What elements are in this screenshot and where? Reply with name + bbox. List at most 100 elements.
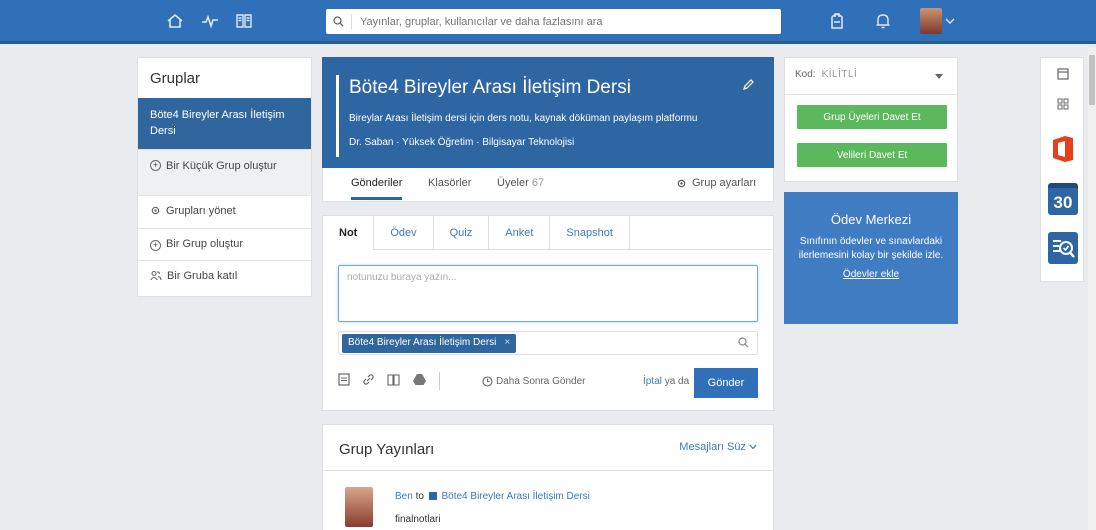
filter-label: Mesajları Süz [679, 441, 746, 453]
group-tabs: Gönderiler Klasörler Üyeler 67 Grup ayar… [322, 168, 774, 202]
caret-down-icon[interactable] [935, 74, 943, 79]
homework-center-card: Ödev Merkezi Sınıfının ödevler ve sınavl… [784, 192, 958, 324]
divider [323, 470, 773, 471]
sidebar-item-label: Bir Grup oluştur [166, 238, 244, 250]
tab-members[interactable]: Üyeler 67 [497, 177, 544, 189]
sidebar-item-create-small-group[interactable]: + Bir Küçük Grup oluştur [138, 149, 311, 195]
bell-icon[interactable] [872, 10, 894, 32]
sidebar-item-create-group[interactable]: + Bir Grup oluştur [138, 228, 311, 260]
sidebar-item-label: Bir Küçük Grup oluştur [166, 160, 277, 172]
gear-icon [150, 205, 161, 219]
search-icon [326, 14, 352, 29]
composer-tab-note[interactable]: Not [323, 216, 375, 250]
close-icon[interactable]: × [504, 337, 510, 348]
chevron-down-icon [749, 444, 757, 450]
group-header: Böte4 Bireyler Arası İletişim Dersi Bire… [322, 57, 774, 168]
scrollbar-thumb[interactable] [1089, 55, 1095, 105]
send-later-button[interactable]: Daha Sonra Gönder [482, 376, 586, 387]
book-icon[interactable] [233, 10, 255, 32]
composer-toolbar [338, 372, 440, 390]
inbox-icon[interactable] [1047, 66, 1079, 82]
chevron-down-icon[interactable] [944, 10, 956, 32]
note-textarea[interactable]: notunuzu buraya yazın... [338, 265, 758, 322]
post-group[interactable]: Böte4 Bireyler Arası İletişim Dersi [441, 491, 589, 502]
group-settings-link[interactable]: Grup ayarları [676, 177, 756, 189]
cancel-group: İptal ya da [643, 376, 689, 387]
plus-circle-icon: + [150, 240, 161, 251]
group-posts: Grup Yayınları Mesajları Süz Ben to Böte… [322, 424, 774, 530]
tab-members-label: Üyeler [497, 177, 529, 189]
composer-tab-poll[interactable]: Anket [489, 216, 551, 250]
sidebar-item-label: Grupları yönet [166, 205, 236, 217]
groups-sidebar: Gruplar Böte4 Bireyler Arası İletişim De… [137, 57, 312, 297]
toolbar-divider [439, 372, 440, 390]
group-description: Bireylar Arası İletişim dersi için ders … [349, 113, 698, 124]
recipient-chip[interactable]: Böte4 Bireyler Arası İletişim Dersi × [342, 334, 517, 353]
group-title: Böte4 Bireyler Arası İletişim Dersi [349, 77, 631, 98]
post-composer: Not Ödev Quiz Anket Snapshot notunuzu bu… [322, 215, 774, 411]
composer-tab-assignment[interactable]: Ödev [374, 216, 434, 250]
link-icon[interactable] [362, 373, 375, 389]
post-header: Ben to Böte4 Bireyler Arası İletişim Der… [395, 491, 590, 502]
sidebar-item-label: Bir Gruba katıl [167, 270, 238, 282]
sidebar-item-manage-groups[interactable]: Grupları yönet [138, 195, 311, 228]
pencil-icon[interactable] [742, 79, 754, 94]
home-icon[interactable] [164, 10, 186, 32]
add-homework-link[interactable]: Ödevler ekle [784, 269, 958, 280]
sidebar-title: Gruplar [150, 70, 201, 87]
homework-text: Sınıfının ödevler ve sınavlardaki ilerle… [798, 236, 944, 261]
group-code-value: KİLİTLİ [821, 69, 858, 80]
clock-icon [482, 376, 493, 387]
scrollbar[interactable] [1088, 47, 1096, 530]
search-bar[interactable] [326, 9, 781, 34]
group-code-label: Kod: [795, 69, 816, 80]
users-icon [150, 270, 162, 284]
avatar[interactable] [345, 487, 373, 527]
backpack-icon[interactable] [826, 10, 848, 32]
group-meta: Dr. Saban · Yüksek Öğretim · Bilgisayar … [349, 137, 575, 148]
filter-messages-dropdown[interactable]: Mesajları Süz [679, 441, 757, 453]
apps-rail: 30 [1040, 57, 1084, 282]
composer-tabs: Not Ödev Quiz Anket Snapshot [323, 216, 773, 250]
recipient-chip-label: Böte4 Bireyler Arası İletişim Dersi [348, 337, 497, 348]
composer-tab-quiz[interactable]: Quiz [434, 216, 490, 250]
homework-title: Ödev Merkezi [830, 212, 912, 227]
user-avatar[interactable] [920, 8, 942, 34]
recipient-field[interactable]: Böte4 Bireyler Arası İletişim Dersi × [338, 331, 758, 355]
plus-circle-icon: + [150, 160, 161, 171]
post-to-text: to [415, 491, 424, 502]
sidebar-item-join-group[interactable]: Bir Gruba katıl [138, 260, 311, 293]
calendar-icon[interactable]: 30 [1047, 182, 1079, 216]
divider [785, 94, 957, 95]
group-code-card: Kod: KİLİTLİ Grup Üyeleri Davet Et Velile… [784, 57, 958, 182]
gear-icon [677, 179, 686, 187]
header-accent-bar [336, 75, 339, 157]
office-icon[interactable] [1047, 132, 1079, 166]
invite-parents-button[interactable]: Velileri Davet Et [797, 143, 947, 167]
send-later-label: Daha Sonra Gönder [496, 376, 586, 387]
members-count: 67 [531, 177, 545, 189]
composer-tab-snapshot[interactable]: Snapshot [550, 216, 630, 250]
quiz-search-icon[interactable] [1047, 230, 1079, 266]
group-square-icon [428, 492, 437, 500]
group-code-dropdown[interactable]: Kod: KİLİTLİ [795, 69, 857, 80]
tab-folders[interactable]: Klasörler [428, 177, 471, 189]
tab-posts[interactable]: Gönderiler [351, 177, 403, 200]
search-icon[interactable] [738, 337, 749, 351]
cancel-link[interactable]: İptal [643, 376, 662, 387]
cancel-or-text: ya da [664, 376, 690, 387]
grid-icon[interactable] [1047, 96, 1079, 112]
post-author[interactable]: Ben [395, 491, 413, 502]
post-body: finalnotlari [395, 514, 441, 525]
activity-icon[interactable] [199, 10, 221, 32]
top-navigation-bar [0, 0, 1096, 44]
library-icon[interactable] [387, 373, 400, 389]
send-button[interactable]: Gönder [694, 368, 758, 398]
invite-members-button[interactable]: Grup Üyeleri Davet Et [797, 105, 947, 129]
search-input[interactable] [352, 15, 772, 28]
posts-title: Grup Yayınları [339, 441, 435, 458]
google-drive-icon[interactable] [412, 373, 427, 389]
group-settings-label: Grup ayarları [692, 177, 757, 189]
file-icon[interactable] [338, 373, 350, 389]
sidebar-item-active-group[interactable]: Böte4 Bireyler Arası İletişim Dersi [138, 98, 311, 149]
